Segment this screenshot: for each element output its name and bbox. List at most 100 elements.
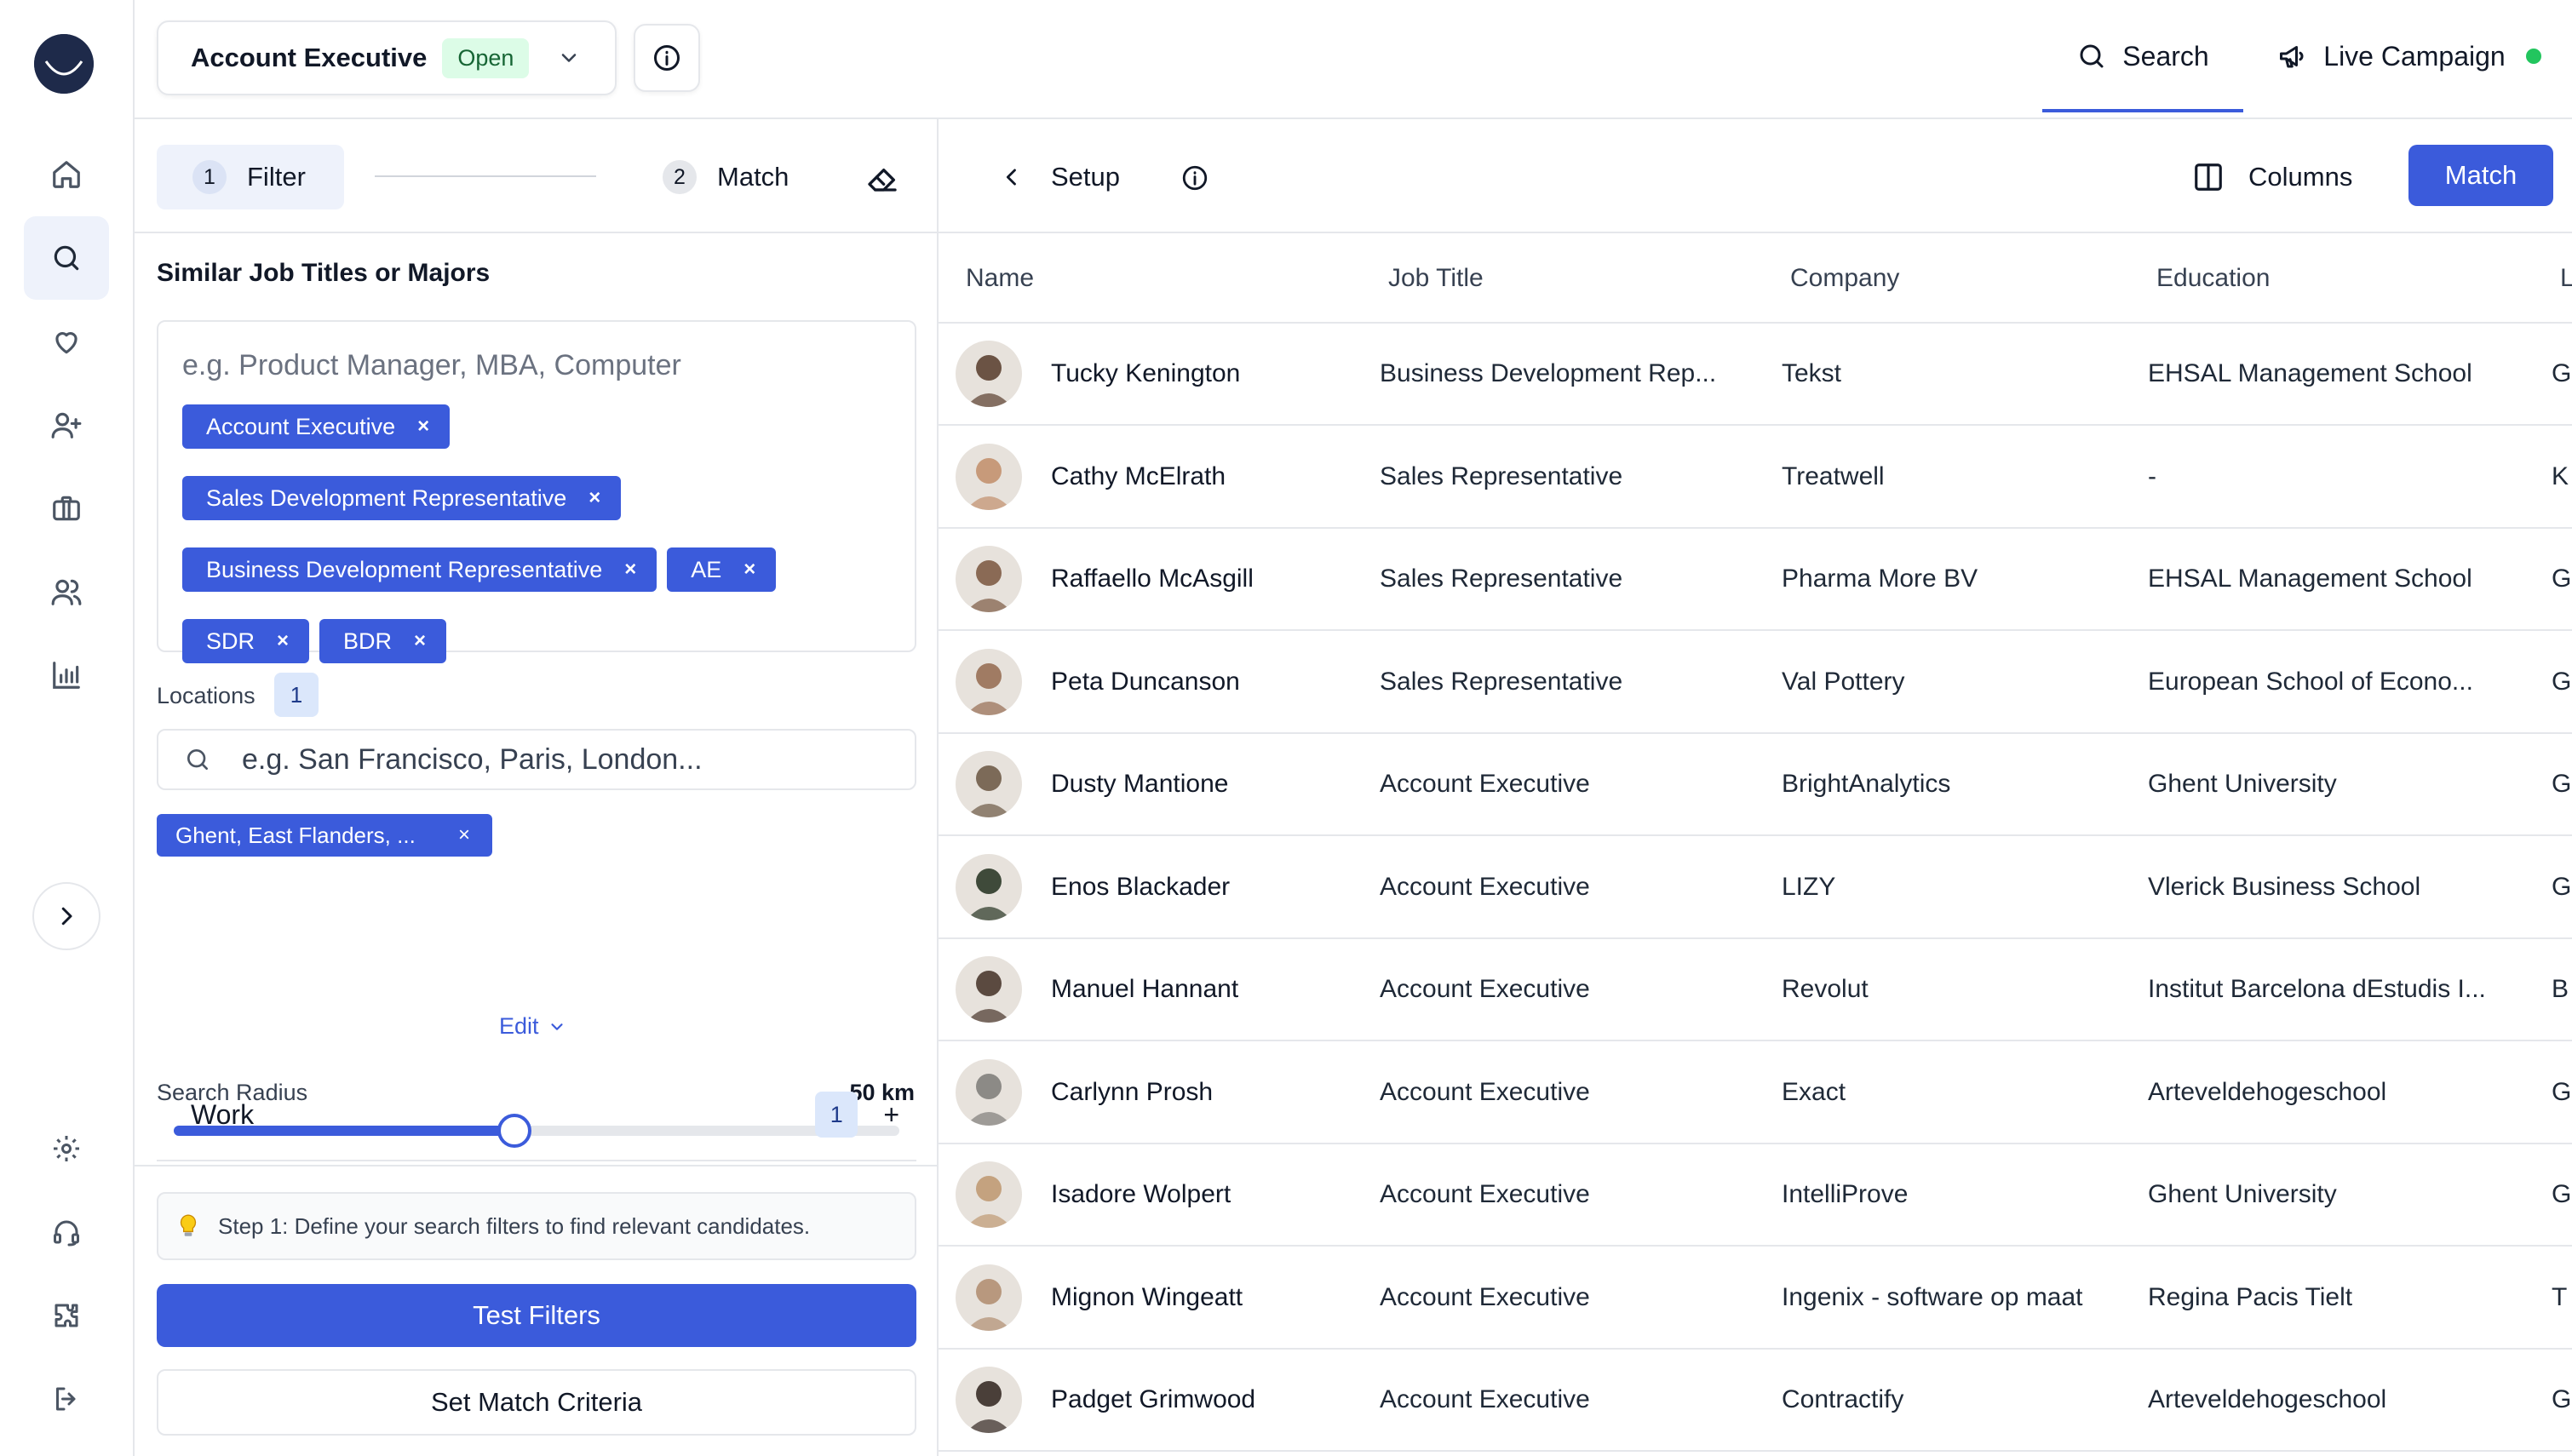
table-row[interactable]: Padget Grimwood Account Executive Contract… — [939, 1350, 2572, 1452]
table-row[interactable]: Cathy McElrath Sales Representative Treatw… — [939, 427, 2572, 529]
candidate-name[interactable]: Manuel Hannant — [1051, 939, 1375, 1040]
table-row[interactable]: Manuel Hannant Account Executive Revolut In… — [939, 939, 2572, 1041]
close-icon[interactable]: × — [417, 415, 429, 439]
job-titles-input[interactable]: e.g. Product Manager, MBA, Computer Acco… — [157, 320, 916, 663]
close-icon[interactable]: × — [588, 486, 600, 510]
location-search-input[interactable]: e.g. San Francisco, Paris, London... — [157, 729, 916, 790]
set-match-criteria-button[interactable]: Set Match Criteria — [157, 1369, 916, 1436]
job-title-chip[interactable]: Sales Development Representative × — [182, 476, 622, 520]
rail-add-candidate[interactable] — [24, 383, 109, 467]
location-placeholder: e.g. San Francisco, Paris, London... — [242, 742, 703, 776]
expand-sidebar-button[interactable] — [32, 882, 100, 950]
close-icon[interactable]: × — [743, 558, 755, 582]
table-row[interactable]: Mignon Wingeatt Account Executive Ingenix … — [939, 1247, 2572, 1350]
logout-icon — [56, 1387, 76, 1411]
rail-jobs[interactable] — [24, 467, 109, 550]
candidate-company: Pharma More BV — [1782, 565, 1978, 593]
candidate-name[interactable]: Cathy McElrath — [1051, 427, 1375, 527]
step-filter[interactable]: 1 Filter — [157, 145, 344, 209]
candidate-job-title: Account Executive — [1380, 975, 1590, 1003]
job-selector[interactable]: Account Executive Open — [157, 20, 617, 95]
rail-team[interactable] — [24, 550, 109, 633]
table-row[interactable]: Isadore Wolpert Account Executive IntelliP… — [939, 1144, 2572, 1247]
candidate-name[interactable]: Carlynn Prosh — [1051, 1042, 1375, 1143]
table-row[interactable]: Dusty Mantione Account Executive BrightAna… — [939, 734, 2572, 836]
add-work-filter-button[interactable]: + — [883, 1099, 899, 1131]
chevron-left-icon — [1000, 165, 1024, 189]
rail-logout[interactable] — [24, 1357, 109, 1441]
candidate-location: G — [2552, 770, 2572, 798]
table-row[interactable]: Tucky Kenington Business Development Rep.… — [939, 324, 2572, 426]
location-chip[interactable]: Ghent, East Flanders, ... × — [157, 814, 492, 857]
close-icon[interactable]: × — [458, 823, 470, 847]
test-filters-button[interactable]: Test Filters — [157, 1284, 916, 1347]
candidate-job-title: Sales Representative — [1380, 667, 1623, 696]
candidate-education: European School of Econo... — [2148, 667, 2473, 696]
candidate-name[interactable]: Padget Grimwood — [1051, 1350, 1375, 1450]
rail-search[interactable] — [24, 216, 109, 300]
job-title-chip[interactable]: Business Development Representative × — [182, 547, 657, 592]
match-button[interactable]: Match — [2408, 145, 2553, 206]
candidate-job-title: Account Executive — [1380, 770, 1590, 798]
clear-filters-button[interactable] — [865, 160, 899, 194]
candidate-job-title: Business Development Rep... — [1380, 359, 1717, 387]
candidate-name[interactable]: Peta Duncanson — [1051, 632, 1375, 732]
setup-info-button[interactable] — [1180, 163, 1209, 192]
edit-locations-link[interactable]: Edit — [499, 1013, 566, 1040]
back-to-setup-button[interactable]: Setup — [1000, 150, 1120, 204]
candidate-company: LIZY — [1782, 872, 1836, 901]
step-hint: Step 1: Define your search filters to fi… — [157, 1192, 916, 1260]
column-header-education[interactable]: Education — [2156, 233, 2270, 324]
close-icon[interactable]: × — [414, 629, 426, 653]
candidate-name[interactable]: Isadore Wolpert — [1051, 1144, 1375, 1245]
tab-live-campaign[interactable]: Live Campaign — [2243, 0, 2572, 112]
puzzle-icon — [55, 1304, 78, 1327]
job-title-chip[interactable]: AE × — [667, 547, 777, 592]
close-icon[interactable]: × — [624, 558, 636, 582]
candidate-company: BrightAnalytics — [1782, 770, 1951, 798]
rail-home[interactable] — [24, 133, 109, 216]
job-info-button[interactable] — [634, 24, 700, 92]
rail-integrations[interactable] — [24, 1274, 109, 1357]
candidate-name[interactable]: Enos Blackader — [1051, 837, 1375, 937]
home-icon — [53, 161, 80, 188]
job-titles-label: Similar Job Titles or Majors — [157, 259, 491, 287]
eraser-icon — [868, 169, 897, 192]
close-icon[interactable]: × — [277, 629, 289, 653]
step-number: 1 — [192, 160, 227, 194]
job-title-chip[interactable]: Account Executive × — [182, 404, 451, 449]
column-header-location[interactable]: L — [2560, 233, 2572, 324]
tab-search[interactable]: Search — [2042, 0, 2243, 112]
table-row[interactable]: Peta Duncanson Sales Representative Val Po… — [939, 632, 2572, 734]
column-header-name[interactable]: Name — [966, 233, 1034, 324]
column-header-job-title[interactable]: Job Title — [1388, 233, 1484, 324]
rail-settings[interactable] — [24, 1107, 109, 1190]
job-title-chip[interactable]: BDR × — [319, 619, 447, 663]
rail-support[interactable] — [24, 1190, 109, 1274]
step-match[interactable]: 2 Match — [663, 145, 789, 209]
table-row[interactable]: Carlynn Prosh Account Executive Exact Artev… — [939, 1042, 2572, 1144]
app-logo[interactable] — [34, 34, 94, 94]
chip-label: BDR — [343, 628, 393, 654]
candidate-location: G — [2552, 1077, 2572, 1106]
table-row[interactable]: Raffaello McAsgill Sales Representative Ph… — [939, 529, 2572, 631]
candidate-name[interactable]: Tucky Kenington — [1051, 324, 1375, 424]
table-row[interactable]: Enos Blackader Account Executive LIZY Vleri… — [939, 837, 2572, 939]
locations-count-badge: 1 — [274, 673, 319, 717]
job-title: Account Executive — [191, 43, 428, 72]
candidate-name[interactable]: Raffaello McAsgill — [1051, 529, 1375, 629]
bar-chart-icon — [53, 662, 80, 689]
info-icon — [1182, 165, 1208, 191]
rail-favorites[interactable] — [24, 300, 109, 383]
work-filter-section[interactable]: Work 1 + — [157, 1076, 916, 1153]
job-title-chip[interactable]: SDR × — [182, 619, 310, 663]
candidate-name[interactable]: Mignon Wingeatt — [1051, 1247, 1375, 1348]
candidate-name[interactable]: Dusty Mantione — [1051, 734, 1375, 834]
avatar — [956, 956, 1022, 1023]
search-icon — [54, 245, 79, 271]
rail-analytics[interactable] — [24, 633, 109, 717]
columns-button[interactable]: Columns — [2192, 150, 2352, 204]
column-header-company[interactable]: Company — [1790, 233, 1899, 324]
candidate-education: EHSAL Management School — [2148, 359, 2472, 387]
work-count-badge: 1 — [815, 1092, 858, 1138]
